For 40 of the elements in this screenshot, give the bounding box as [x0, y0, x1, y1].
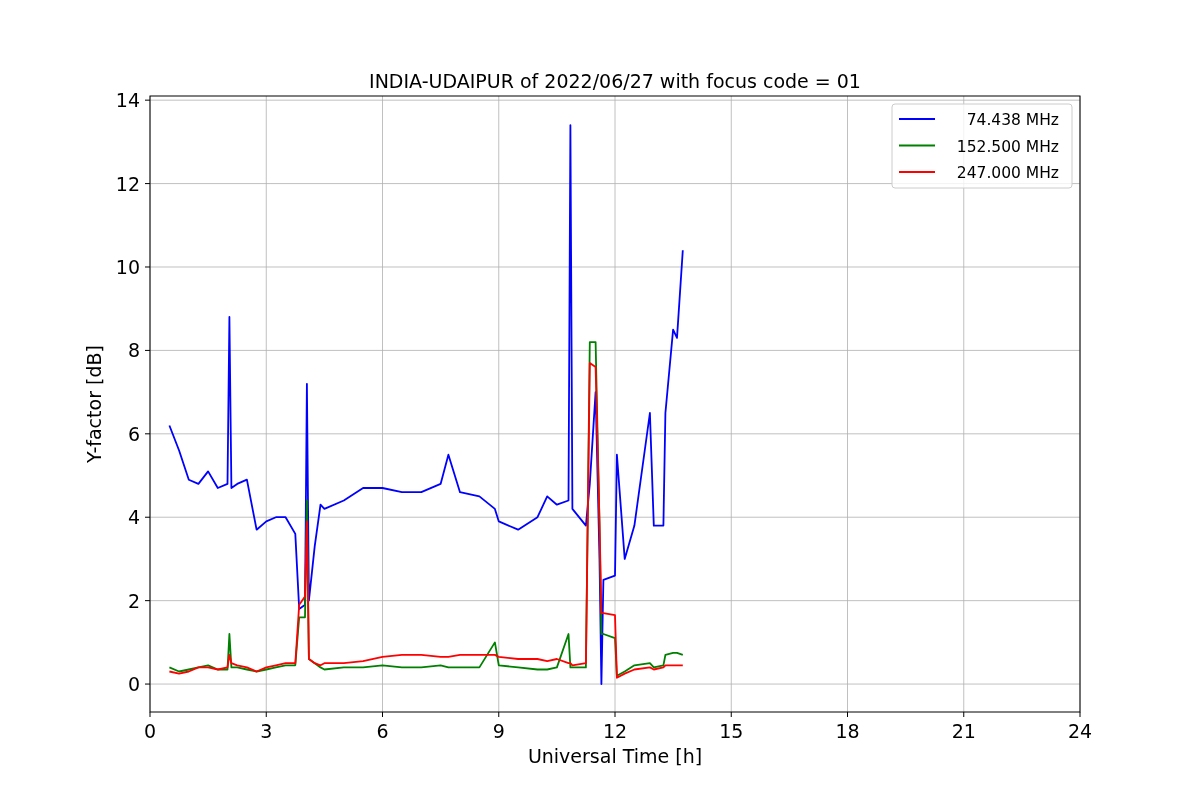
tick-label: 2: [127, 589, 140, 612]
tick-mark: [1079, 711, 1081, 718]
tick-mark: [963, 711, 965, 718]
x-axis-label: Universal Time [h]: [527, 745, 703, 767]
y-axis-label: Y-factor [dB]: [83, 345, 105, 463]
tick-mark: [144, 433, 151, 435]
tick-mark: [144, 516, 151, 518]
tick-label: 12: [115, 172, 140, 195]
tick-label: 21: [951, 720, 976, 742]
tick-mark: [144, 600, 151, 602]
legend-label: 152.500 MHz: [956, 137, 1059, 156]
tick-mark: [144, 266, 151, 268]
tick-mark: [730, 711, 732, 718]
legend-label: 74.438 MHz: [966, 111, 1059, 129]
tick-mark: [265, 711, 267, 718]
tick-mark: [144, 683, 151, 685]
tick-label: 24: [1067, 720, 1093, 742]
tick-label: 18: [835, 720, 860, 742]
tick-label: 10: [115, 256, 140, 278]
chart-title: INDIA-UDAIPUR of 2022/06/27 with focus code = 01: [369, 70, 861, 92]
tick-mark: [382, 711, 383, 718]
tick-mark: [149, 711, 151, 718]
tick-label: 6: [376, 720, 389, 742]
tick-label: 12: [602, 720, 628, 742]
tick-mark: [614, 711, 616, 718]
tick-mark: [144, 349, 151, 351]
tick-label: 0: [143, 720, 157, 742]
legend-label: 247.000 MHz: [956, 164, 1059, 182]
tick-label: 0: [127, 673, 140, 696]
tick-label: 15: [719, 720, 744, 742]
tick-label: 6: [127, 422, 140, 445]
tick-label: 9: [492, 720, 505, 742]
tick-mark: [498, 711, 500, 718]
tick-label: 4: [127, 506, 140, 529]
tick-label: 8: [127, 339, 140, 362]
tick-label: 3: [260, 720, 273, 742]
tick-label: 14: [115, 89, 140, 112]
tick-mark: [144, 99, 151, 101]
tick-mark: [847, 711, 848, 718]
tick-mark: [144, 183, 151, 185]
